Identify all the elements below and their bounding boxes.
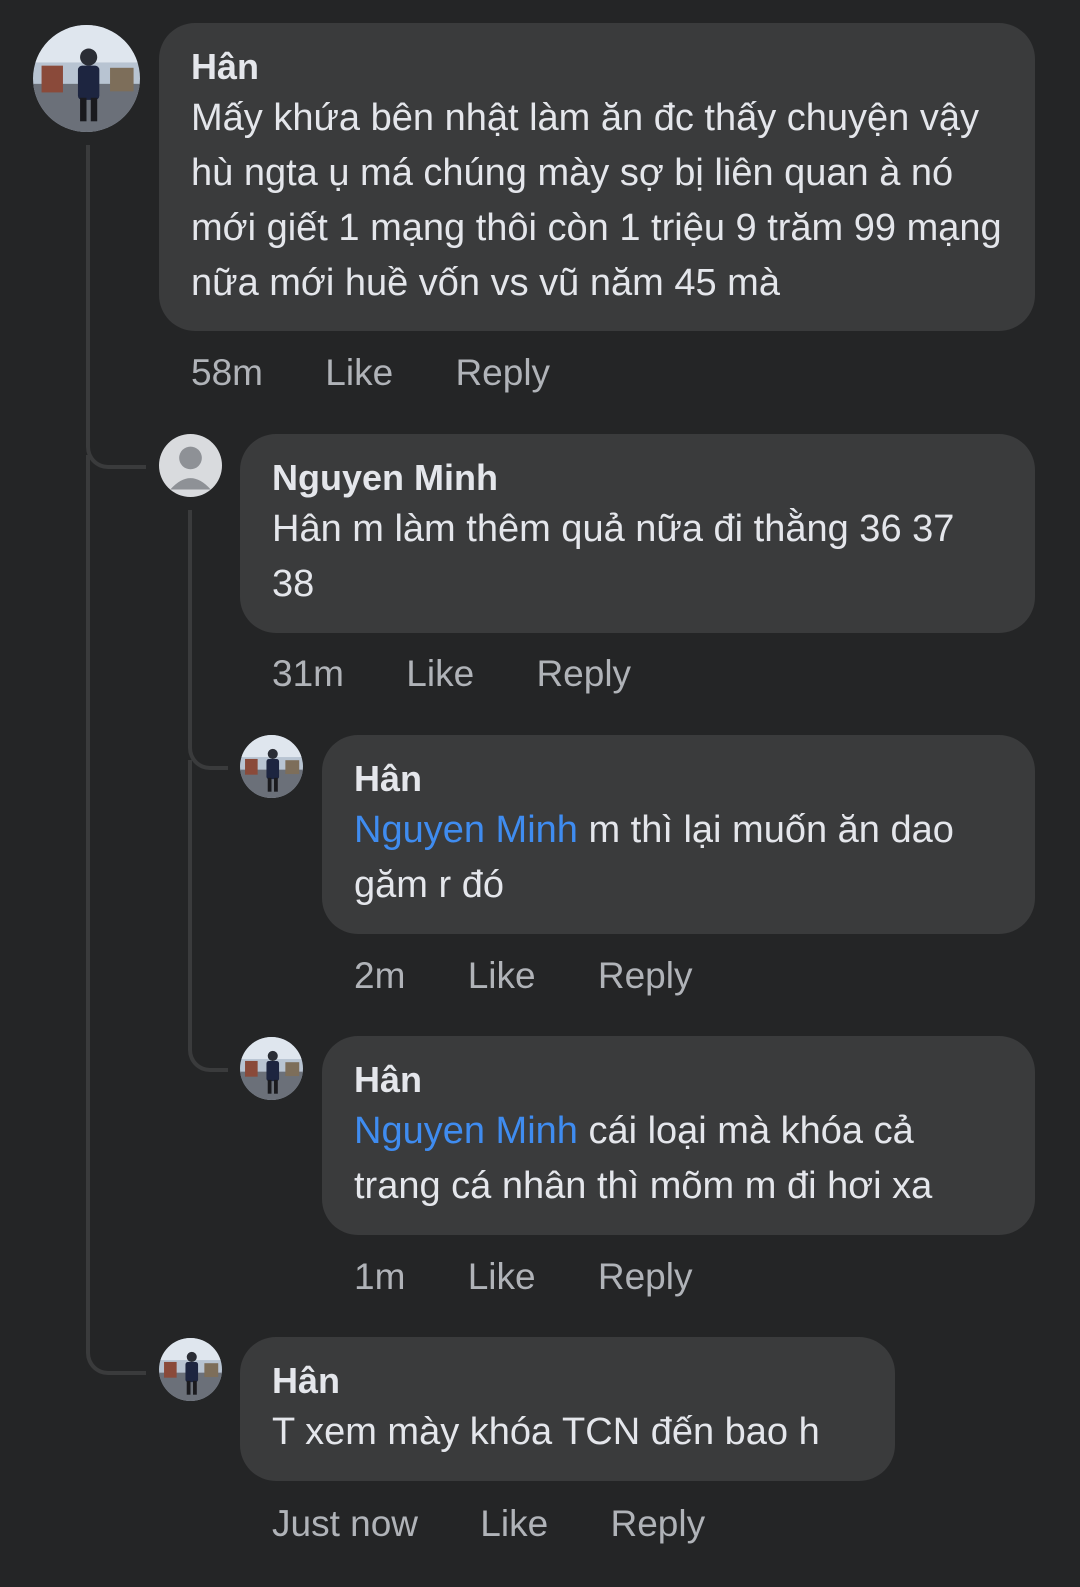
comment-meta: 58m Like Reply — [191, 352, 550, 394]
comment-author[interactable]: Nguyen Minh — [272, 456, 1003, 500]
mention-link[interactable]: Nguyen Minh — [354, 1110, 578, 1152]
comment-text: Mấy khứa bên nhật làm ăn đc thấy chuyện … — [191, 97, 1002, 304]
comment-bubble: Nguyen Minh Hân m làm thêm quả nữa đi th… — [240, 434, 1035, 633]
reply-button[interactable]: Reply — [536, 653, 631, 695]
like-button[interactable]: Like — [468, 955, 536, 997]
default-user-icon — [159, 434, 222, 497]
thread-line-main — [86, 145, 146, 469]
comment-meta: 1m Like Reply — [354, 1256, 692, 1298]
avatar-han[interactable] — [159, 1338, 222, 1401]
thread-line-nested-lower — [188, 760, 228, 1072]
reply-button[interactable]: Reply — [598, 955, 693, 997]
comment-time[interactable]: Just now — [272, 1503, 418, 1545]
like-button[interactable]: Like — [406, 653, 474, 695]
mention-link[interactable]: Nguyen Minh — [354, 809, 578, 851]
comment-time[interactable]: 2m — [354, 955, 405, 997]
like-button[interactable]: Like — [480, 1503, 548, 1545]
comment-author[interactable]: Hân — [191, 45, 1003, 89]
comment-author[interactable]: Hân — [354, 1058, 1003, 1102]
avatar-nguyen-minh[interactable] — [159, 434, 222, 497]
comment-time[interactable]: 58m — [191, 352, 263, 394]
comment-bubble: Hân T xem mày khóa TCN đến bao h — [240, 1337, 895, 1481]
comment-time[interactable]: 31m — [272, 653, 344, 695]
avatar-han[interactable] — [33, 25, 140, 132]
comment-text: T xem mày khóa TCN đến bao h — [272, 1411, 820, 1453]
comment-author[interactable]: Hân — [272, 1359, 863, 1403]
reply-button[interactable]: Reply — [610, 1503, 705, 1545]
comment-time[interactable]: 1m — [354, 1256, 405, 1298]
reply-button[interactable]: Reply — [598, 1256, 693, 1298]
thread-line-main-lower — [86, 455, 146, 1375]
comment-text: Nguyen Minh cái loại mà khóa cả trang cá… — [354, 1104, 1003, 1214]
comment-meta: Just now Like Reply — [272, 1503, 705, 1545]
reply-button[interactable]: Reply — [455, 352, 550, 394]
profile-photo-icon — [33, 25, 140, 132]
thread-line-nested — [188, 510, 228, 770]
profile-photo-icon — [240, 1037, 303, 1100]
comment-meta: 2m Like Reply — [354, 955, 692, 997]
comment-bubble: Hân Mấy khứa bên nhật làm ăn đc thấy chu… — [159, 23, 1035, 331]
comment-text: Hân m làm thêm quả nữa đi thằng 36 37 38 — [272, 508, 955, 605]
comment-bubble: Hân Nguyen Minh m thì lại muốn ăn dao gă… — [322, 735, 1035, 934]
avatar-han[interactable] — [240, 1037, 303, 1100]
like-button[interactable]: Like — [325, 352, 393, 394]
profile-photo-icon — [159, 1338, 222, 1401]
comment-meta: 31m Like Reply — [272, 653, 631, 695]
comment-text: Nguyen Minh m thì lại muốn ăn dao găm r … — [354, 803, 1003, 913]
profile-photo-icon — [240, 735, 303, 798]
like-button[interactable]: Like — [468, 1256, 536, 1298]
comment-bubble: Hân Nguyen Minh cái loại mà khóa cả tran… — [322, 1036, 1035, 1235]
comment-author[interactable]: Hân — [354, 757, 1003, 801]
avatar-han[interactable] — [240, 735, 303, 798]
